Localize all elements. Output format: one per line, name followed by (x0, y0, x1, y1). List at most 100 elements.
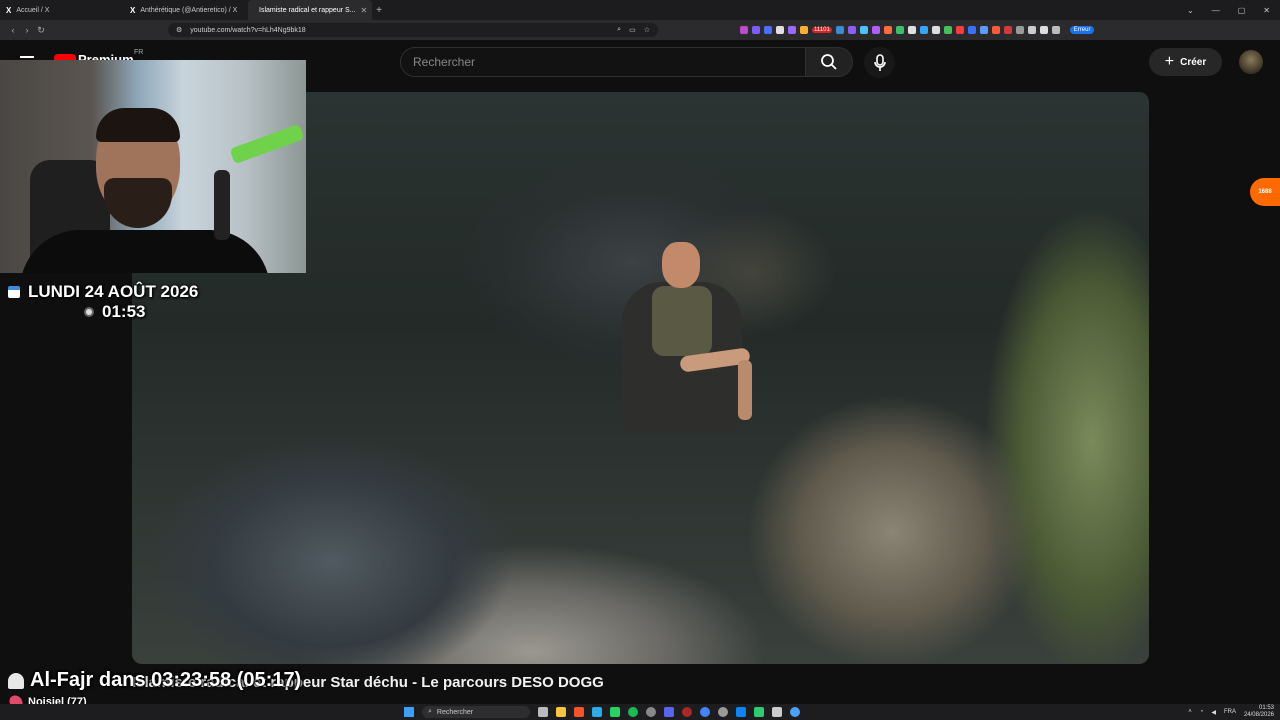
new-tab-button[interactable]: + (372, 5, 386, 16)
clock-icon (84, 307, 94, 317)
extension-badge: 11101 (812, 27, 832, 33)
tab-x-profile[interactable]: X Anthérétique (@Antieretico) / X (124, 0, 248, 20)
bookmark-icon[interactable]: ☆ (644, 26, 650, 34)
search-input[interactable]: Rechercher (400, 47, 806, 77)
file-explorer-icon[interactable] (556, 707, 566, 717)
discord-icon[interactable] (664, 707, 674, 717)
chrome-icon[interactable] (700, 707, 710, 717)
prayer-text: Al-Fajr dans 03:23:58 (05:17) (30, 669, 302, 691)
url-text: youtube.com/watch?v=hLh4Ng9bk18 (190, 26, 306, 34)
date-text: LUNDI 24 AOÛT 2026 (28, 282, 199, 301)
error-button[interactable]: Erreur (1069, 26, 1095, 34)
extension-icon[interactable] (776, 26, 784, 34)
plus-icon: + (1164, 53, 1175, 70)
language-indicator[interactable]: FRA (1224, 709, 1236, 715)
avatar[interactable] (1239, 50, 1263, 74)
app-icon[interactable] (682, 707, 692, 717)
close-icon[interactable]: ✕ (361, 6, 368, 15)
time-text: 01:53 (102, 302, 146, 321)
country-code: FR (134, 49, 144, 56)
telegram-icon[interactable] (592, 707, 602, 717)
app-icon[interactable] (790, 707, 800, 717)
extension-icon[interactable] (871, 26, 880, 34)
extension-icon[interactable] (955, 26, 964, 34)
calendar-icon (8, 286, 20, 298)
minimize-icon[interactable]: — (1212, 6, 1220, 15)
video-frame-person (602, 242, 772, 462)
extension-icon[interactable] (991, 26, 1000, 34)
extensions-bar: 11101 Erreur (740, 26, 1095, 34)
extension-icon[interactable] (967, 26, 976, 34)
extension-icon[interactable] (800, 26, 808, 34)
close-window-icon[interactable]: ✕ (1263, 6, 1270, 15)
extension-icon[interactable] (764, 26, 772, 34)
profile-icon[interactable] (1051, 26, 1060, 34)
taskbar-search-label: Rechercher (436, 708, 474, 716)
zoom-icon[interactable]: ⌕ (617, 26, 621, 34)
forward-icon[interactable]: › (20, 25, 34, 35)
spotify-icon[interactable] (628, 707, 638, 717)
chevron-down-icon[interactable]: ⌄ (1187, 6, 1194, 15)
whatsapp-icon[interactable] (610, 707, 620, 717)
windows-start-icon[interactable] (404, 707, 414, 717)
brave-icon[interactable] (574, 707, 584, 717)
site-info-icon[interactable]: ⚙ (176, 26, 182, 34)
extension-icon[interactable] (1015, 26, 1024, 34)
search-icon (821, 54, 837, 70)
taskbar-date: 24/08/2026 (1243, 712, 1274, 718)
tab-label: Anthérétique (@Antieretico) / X (140, 6, 238, 14)
chevron-up-icon[interactable]: ˄ (1188, 709, 1192, 715)
tab-label: Islamiste radical et rappeur S... (259, 6, 356, 14)
search-icon: ⌕ (428, 708, 432, 715)
extension-icon[interactable] (979, 26, 988, 34)
capcut-icon[interactable] (772, 707, 782, 717)
side-badge-label: 1688 (1258, 189, 1272, 195)
maximize-icon[interactable]: ▢ (1238, 6, 1246, 15)
settings-icon[interactable] (718, 707, 728, 717)
extension-icon[interactable] (883, 26, 892, 34)
reload-icon[interactable]: ↻ (34, 25, 48, 36)
taskbar-apps: ⌕ Rechercher (404, 704, 800, 720)
app-icon[interactable] (646, 707, 656, 717)
windows-taskbar: ⌕ Rechercher ˄ ◔ ◀ FRA 01:53 24/08/2026 (0, 704, 1280, 720)
tab-youtube-video[interactable]: Islamiste radical et rappeur S... ✕ (248, 0, 372, 20)
extension-icon[interactable] (859, 26, 868, 34)
extension-icon[interactable] (931, 26, 940, 34)
sidebar-icon[interactable] (1039, 26, 1048, 34)
window-controls: ⌄ — ▢ ✕ (1187, 6, 1280, 15)
system-tray: ˄ ◔ ◀ FRA 01:53 24/08/2026 (1188, 704, 1274, 720)
x-logo-icon: X (6, 5, 12, 15)
extension-icon[interactable] (752, 26, 760, 34)
puzzle-icon[interactable] (1027, 26, 1036, 34)
extension-icon[interactable] (740, 26, 748, 34)
extension-icon[interactable] (919, 26, 928, 34)
prayer-countdown: Al-Fajr dans 03:23:58 (05:17) (8, 669, 301, 692)
wifi-icon[interactable]: ◔ (1200, 709, 1204, 715)
extension-icon[interactable] (943, 26, 952, 34)
taskbar-search[interactable]: ⌕ Rechercher (422, 706, 530, 718)
extension-icon[interactable] (907, 26, 916, 34)
task-view-icon[interactable] (538, 707, 548, 717)
search-button[interactable] (805, 47, 853, 77)
volume-icon[interactable]: ◀ (1211, 709, 1216, 716)
taskbar-clock[interactable]: 01:53 24/08/2026 (1244, 705, 1274, 719)
taskbar-time: 01:53 (1258, 705, 1274, 711)
extension-icon[interactable] (847, 26, 856, 34)
extension-icon[interactable] (895, 26, 904, 34)
tab-x-home[interactable]: X Accueil / X (0, 0, 124, 20)
mosque-icon (8, 672, 24, 689)
create-button[interactable]: + Créer (1149, 48, 1222, 76)
address-bar[interactable]: ⚙ youtube.com/watch?v=hLh4Ng9bk18 ⌕ ▭ ☆ (168, 23, 658, 37)
extension-icon[interactable] (835, 26, 844, 34)
app-icon[interactable] (754, 707, 764, 717)
extension-icon[interactable] (788, 26, 796, 34)
search-placeholder: Rechercher (413, 55, 476, 69)
side-extension-badge[interactable]: 1688 (1250, 178, 1280, 206)
back-icon[interactable]: ‹ (6, 25, 20, 35)
cast-icon[interactable]: ▭ (629, 26, 636, 34)
voice-search-button[interactable] (864, 47, 895, 78)
app-icon[interactable] (736, 707, 746, 717)
stream-time: 01:53 (84, 302, 145, 322)
extension-icon[interactable] (1003, 26, 1012, 34)
stream-date: LUNDI 24 AOÛT 2026 (8, 282, 198, 302)
